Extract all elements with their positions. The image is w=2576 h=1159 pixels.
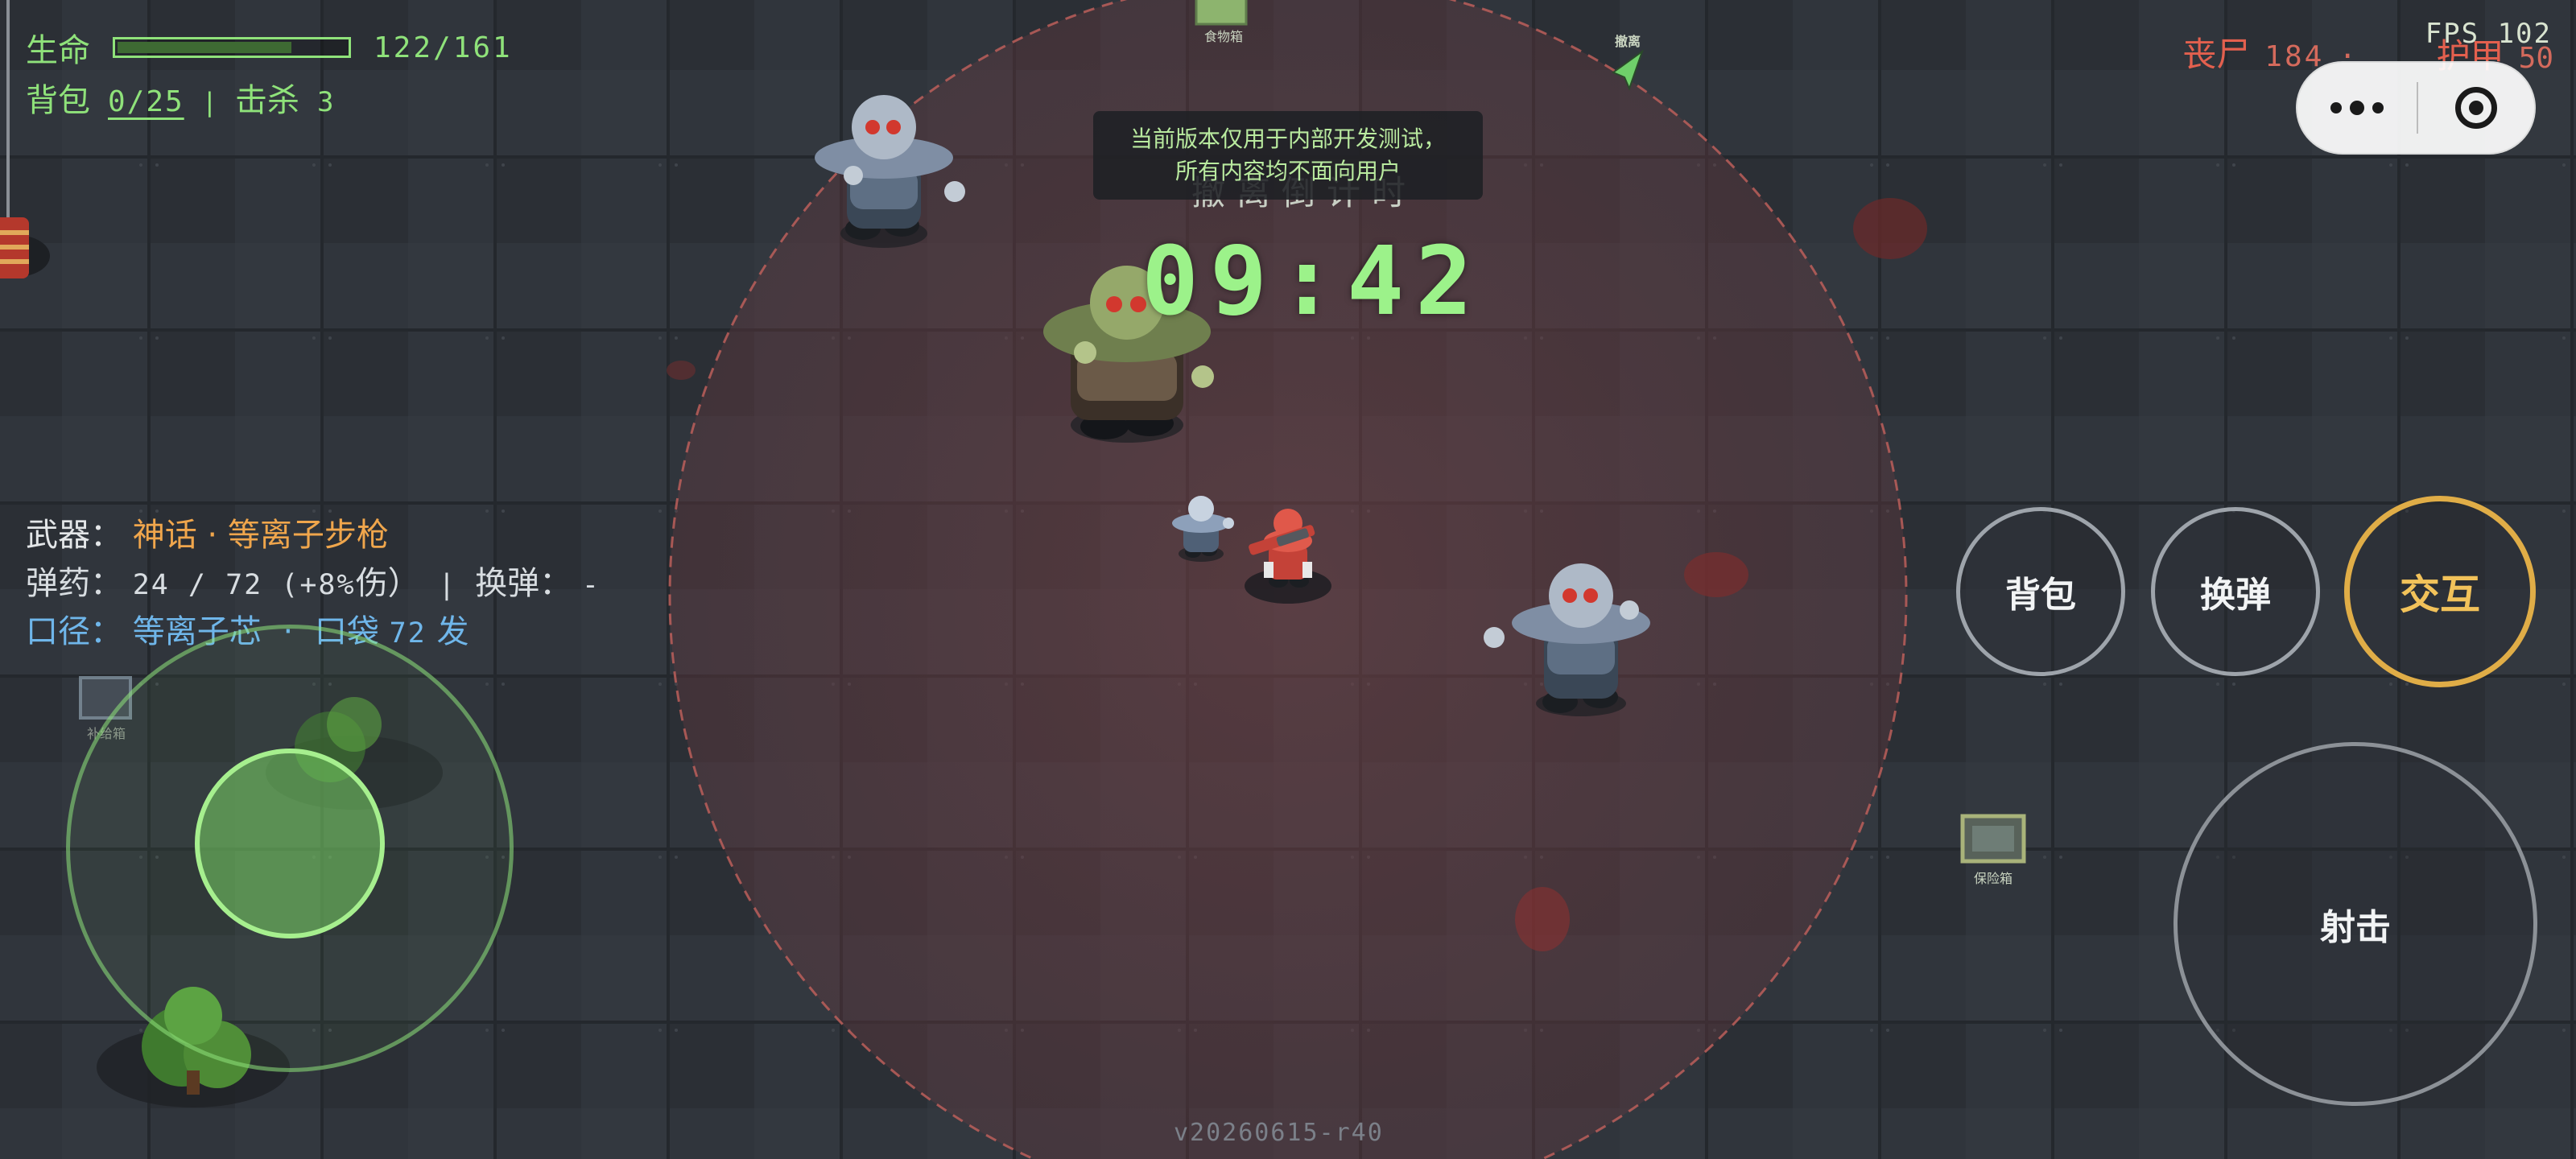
food-box-label: 食物箱 bbox=[1204, 29, 1244, 44]
reload-label: 换弹： bbox=[475, 565, 572, 602]
hp-row: 生命 122/161 bbox=[26, 24, 513, 71]
ammo-damage-suffix: 伤） bbox=[355, 565, 420, 602]
bag-label: 背包 bbox=[26, 82, 90, 119]
hp-bar-fill bbox=[118, 42, 291, 53]
ammo-value: 24 / 72 (+8% bbox=[132, 569, 356, 601]
more-dot-icon bbox=[2330, 102, 2342, 113]
hp-bar bbox=[113, 37, 351, 58]
reload-value: - bbox=[581, 569, 601, 601]
bag-value: 0/25 bbox=[108, 85, 184, 118]
weapon-label: 武器： bbox=[26, 517, 122, 554]
food-box[interactable] bbox=[1195, 0, 1248, 26]
joystick-knob[interactable] bbox=[195, 749, 385, 938]
close-mini-program-button[interactable] bbox=[2418, 63, 2534, 153]
reload-separator: | bbox=[438, 569, 457, 601]
bag-row: 背包 0/25 | 击杀 3 bbox=[26, 74, 333, 121]
more-menu-button[interactable] bbox=[2297, 63, 2417, 153]
status-separator: | bbox=[201, 87, 217, 118]
version-label: v20260615-r40 bbox=[1174, 1119, 1384, 1147]
pocket-value: 72 bbox=[389, 617, 427, 650]
kills-value: 3 bbox=[316, 86, 334, 118]
zombies-label: 丧尸 bbox=[2182, 35, 2251, 74]
pocket-unit: 发 bbox=[436, 613, 469, 650]
more-dot-icon bbox=[2372, 102, 2384, 113]
weapon-row: 武器： 神话 · 等离子步枪 bbox=[26, 509, 389, 555]
ammo-label: 弹药： bbox=[26, 565, 122, 602]
safe-box-label: 保险箱 bbox=[1974, 871, 2013, 886]
fps-counter: FPS 102 bbox=[2425, 18, 2552, 50]
interact-button[interactable]: 交互 bbox=[2344, 496, 2536, 687]
backpack-button[interactable]: 背包 bbox=[1956, 507, 2125, 676]
ammo-row: 弹药： 24 / 72 (+8%伤） | 换弹： - bbox=[26, 557, 601, 604]
evac-label: 撤离 bbox=[1615, 34, 1641, 49]
safe-box[interactable] bbox=[1960, 814, 2026, 864]
more-dot-icon bbox=[2350, 101, 2364, 115]
mini-program-capsule bbox=[2296, 61, 2536, 155]
kills-label: 击杀 bbox=[234, 82, 299, 119]
dev-notice-banner: 当前版本仅用于内部开发测试， 所有内容均不面向用户 bbox=[1093, 111, 1483, 200]
fire-button[interactable]: 射击 bbox=[2174, 742, 2537, 1106]
notice-line-1: 当前版本仅用于内部开发测试， bbox=[1129, 126, 1446, 152]
notice-line-2: 所有内容均不面向用户 bbox=[1174, 158, 1401, 184]
countdown-timer: 09:42 bbox=[1141, 225, 1484, 336]
target-circle-icon bbox=[2455, 87, 2497, 129]
hp-value: 122/161 bbox=[374, 31, 513, 64]
caliber-label: 口径： bbox=[26, 613, 122, 650]
weapon-name: 神话 · 等离子步枪 bbox=[132, 517, 389, 554]
hp-label: 生命 bbox=[26, 32, 90, 69]
reload-button[interactable]: 换弹 bbox=[2151, 507, 2320, 676]
